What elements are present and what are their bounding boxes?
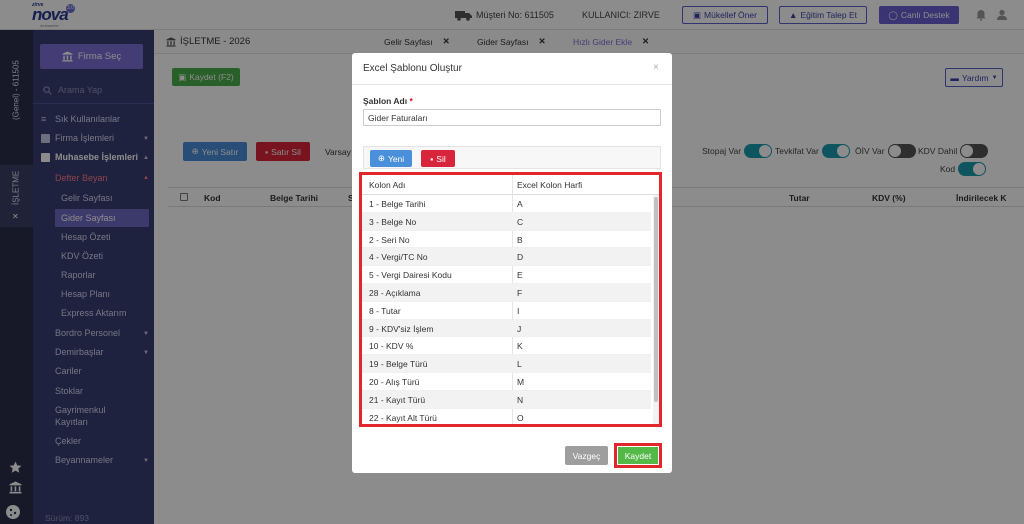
table-row[interactable]: 1 - Belge Tarihi A (362, 195, 651, 213)
excel-kolon-harfi-cell[interactable]: F (517, 288, 522, 298)
kolon-adi-cell[interactable]: 1 - Belge Tarihi (369, 199, 426, 209)
kolon-adi-cell[interactable]: 5 - Vergi Dairesi Kodu (369, 270, 452, 280)
kolon-adi-cell[interactable]: 10 - KDV % (369, 341, 413, 351)
kolon-adi-cell[interactable]: 2 - Seri No (369, 235, 410, 245)
excel-kolon-harfi-cell[interactable]: D (517, 252, 523, 262)
kolon-adi-cell[interactable]: 28 - Açıklama (369, 288, 421, 298)
table-row[interactable]: 20 - Alış Türü M (362, 373, 651, 391)
excel-kolon-harfi-cell[interactable]: E (517, 270, 523, 280)
kolon-adi-cell[interactable]: 22 - Kayıt Alt Türü (369, 413, 437, 423)
excel-kolon-harfi-cell[interactable]: N (517, 395, 523, 405)
excel-kolon-harfi-cell[interactable]: L (517, 359, 522, 369)
kolon-adi-cell[interactable]: 4 - Vergi/TC No (369, 252, 428, 262)
excel-kolon-harfi-cell[interactable]: O (517, 413, 524, 423)
plus-circle-icon: ⊕ (377, 153, 385, 163)
table-row[interactable]: 5 - Vergi Dairesi Kodu E (362, 266, 651, 284)
sablon-adi-text: Şablon Adı (363, 96, 408, 106)
table-row[interactable]: 3 - Belge No C (362, 212, 651, 231)
excel-kolon-harfi-cell[interactable]: A (517, 199, 523, 209)
grid-scrollbar[interactable] (653, 195, 659, 424)
kolon-adi-cell[interactable]: 9 - KDV'siz İşlem (369, 324, 433, 334)
vazgec-button[interactable]: Vazgeç (565, 446, 608, 465)
modal-divider (352, 84, 672, 85)
table-row[interactable]: 10 - KDV % K (362, 337, 651, 356)
kolon-adi-cell[interactable]: 21 - Kayıt Türü (369, 395, 425, 405)
table-row[interactable]: 2 - Seri No B (362, 231, 651, 249)
yeni-button[interactable]: ⊕ Yeni (370, 150, 412, 167)
sablon-adi-label: Şablon Adı * (363, 96, 413, 106)
excel-kolon-harfi-cell[interactable]: B (517, 235, 523, 245)
excel-kolon-harfi-cell[interactable]: K (517, 341, 523, 351)
required-mark: * (409, 96, 413, 106)
kolon-adi-cell[interactable]: 8 - Tutar (369, 306, 401, 316)
sil-button[interactable]: ▪ Sil (421, 150, 455, 167)
close-icon[interactable]: × (653, 62, 659, 73)
grid-rows: 1 - Belge Tarihi A 3 - Belge No C 2 - Seri N… (362, 195, 651, 424)
excel-sablon-modal: Excel Şablonu Oluştur × Şablon Adı * ⊕ Y… (352, 53, 672, 473)
excel-kolon-harfi-cell[interactable]: J (517, 324, 521, 334)
kolon-adi-cell[interactable]: 20 - Alış Türü (369, 377, 419, 387)
column-kolon-adi[interactable]: Kolon Adı (369, 180, 405, 190)
modal-title: Excel Şablonu Oluştur (363, 63, 462, 74)
trash-icon: ▪ (430, 153, 434, 164)
grid-toolbar: ⊕ Yeni ▪ Sil (363, 146, 661, 169)
table-row[interactable]: 19 - Belge Türü L (362, 355, 651, 373)
table-row[interactable]: 4 - Vergi/TC No D (362, 248, 651, 267)
kaydet-button[interactable]: Kaydet (618, 447, 658, 464)
table-row[interactable]: 22 - Kayıt Alt Türü O (362, 409, 651, 424)
table-row[interactable]: 28 - Açıklama F (362, 283, 651, 302)
yeni-label: Yeni (387, 153, 405, 164)
grid-header: Kolon Adı Excel Kolon Harfi (362, 175, 659, 195)
column-excel-kolon-harfi[interactable]: Excel Kolon Harfi (517, 180, 582, 190)
sil-label: Sil (436, 153, 446, 164)
kolon-adi-cell[interactable]: 3 - Belge No (369, 217, 416, 227)
table-row[interactable]: 9 - KDV'siz İşlem J (362, 319, 651, 338)
kolon-adi-cell[interactable]: 19 - Belge Türü (369, 359, 427, 369)
kaydet-highlight: Kaydet (614, 443, 662, 468)
excel-kolon-harfi-cell[interactable]: I (517, 306, 519, 316)
table-row[interactable]: 8 - Tutar I (362, 302, 651, 320)
excel-kolon-harfi-cell[interactable]: C (517, 217, 523, 227)
table-row[interactable]: 21 - Kayıt Türü N (362, 390, 651, 409)
column-mapping-grid: Kolon Adı Excel Kolon Harfi 1 - Belge Ta… (359, 172, 662, 427)
sablon-adi-input[interactable] (363, 109, 661, 126)
scrollbar-thumb[interactable] (654, 197, 658, 402)
excel-kolon-harfi-cell[interactable]: M (517, 377, 524, 387)
